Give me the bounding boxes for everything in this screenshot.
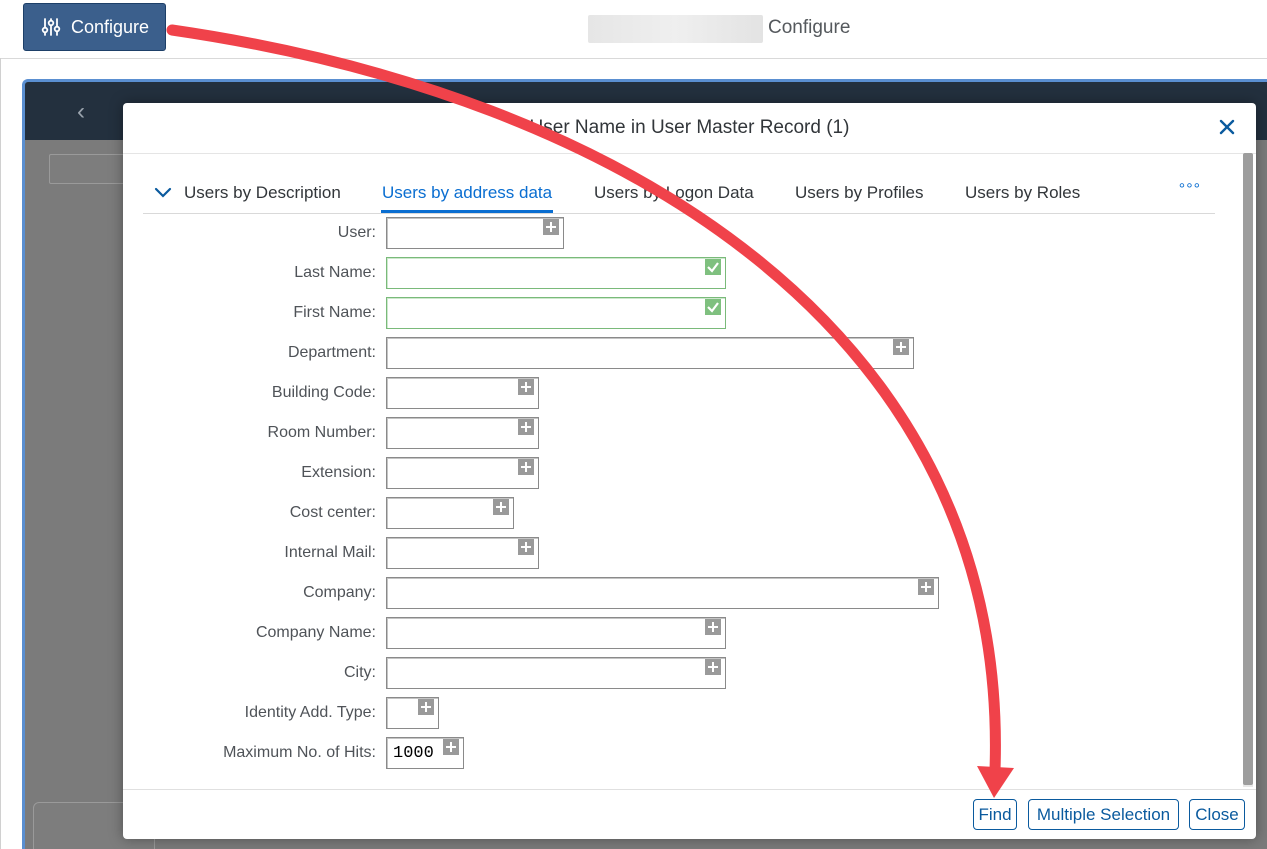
field-label: Internal Mail: xyxy=(284,544,376,561)
form-row-extension: Extension: xyxy=(123,457,1256,489)
identity-add-type-field[interactable] xyxy=(386,697,439,729)
form-row-company: Company: xyxy=(123,577,1256,609)
city-field[interactable] xyxy=(386,657,726,689)
close-icon[interactable] xyxy=(1216,116,1238,138)
checkmark-icon xyxy=(705,299,721,315)
sliders-icon xyxy=(41,18,61,36)
checkmark-icon xyxy=(705,259,721,275)
find-button[interactable]: Find xyxy=(973,799,1017,830)
field-label: Department: xyxy=(287,344,376,361)
back-icon: ‹ xyxy=(77,98,85,125)
field-label: Extension: xyxy=(301,464,376,481)
multiple-selection-button[interactable]: Multiple Selection xyxy=(1028,799,1179,830)
maximum-hits-field[interactable]: 1000 xyxy=(386,737,464,769)
form-row-department: Department: xyxy=(123,337,1256,369)
form-row-first-name: First Name: xyxy=(123,297,1256,329)
dialog-title: User Name in User Master Record (1) xyxy=(529,117,850,138)
configure-button-label: Configure xyxy=(70,16,150,37)
cost-center-field[interactable] xyxy=(386,497,514,529)
field-label: Cost center: xyxy=(289,504,376,521)
internal-mail-field[interactable] xyxy=(386,537,539,569)
field-label: City: xyxy=(344,664,376,681)
field-label: Room Number: xyxy=(267,424,376,441)
value-help-icon[interactable] xyxy=(705,659,721,675)
field-label: Maximum No. of Hits: xyxy=(223,744,376,761)
form-row-maximum-hits: Maximum No. of Hits: 1000 xyxy=(123,737,1256,769)
building-code-field[interactable] xyxy=(386,377,539,409)
tab-users-by-address-data[interactable]: Users by address data xyxy=(382,183,552,203)
value-help-icon[interactable] xyxy=(918,579,934,595)
value-help-icon[interactable] xyxy=(705,619,721,635)
form-row-user: User: xyxy=(123,217,1256,249)
field-label: First Name: xyxy=(293,304,376,321)
chevron-down-icon[interactable] xyxy=(153,185,173,201)
form-row-cost-center: Cost center: xyxy=(123,497,1256,529)
form-row-internal-mail: Internal Mail: xyxy=(123,537,1256,569)
search-help-dialog: User Name in User Master Record (1) User… xyxy=(123,103,1256,839)
form-row-identity-add-type: Identity Add. Type: xyxy=(123,697,1256,729)
configure-button[interactable]: Configure xyxy=(23,3,166,51)
value-help-icon[interactable] xyxy=(518,379,534,395)
tab-bar: Users by Description Users by address da… xyxy=(143,165,1215,214)
form-row-building-code: Building Code: xyxy=(123,377,1256,409)
field-label: Identity Add. Type: xyxy=(244,704,376,721)
value-help-icon[interactable] xyxy=(493,499,509,515)
top-bar: Configure Configure xyxy=(0,0,1267,59)
company-field[interactable] xyxy=(386,577,939,609)
first-name-field[interactable] xyxy=(386,297,726,329)
room-number-field[interactable] xyxy=(386,417,539,449)
field-label: Building Code: xyxy=(271,384,376,401)
close-button[interactable]: Close xyxy=(1189,799,1245,830)
left-border xyxy=(0,58,1,849)
more-tabs-icon[interactable]: °°° xyxy=(1179,181,1201,199)
value-help-icon[interactable] xyxy=(518,459,534,475)
user-field[interactable] xyxy=(386,217,564,249)
company-name-field[interactable] xyxy=(386,617,726,649)
active-tab-indicator xyxy=(381,210,553,213)
value-help-icon[interactable] xyxy=(893,339,909,355)
field-label: User: xyxy=(337,224,376,241)
value-help-icon[interactable] xyxy=(543,219,559,235)
form-row-city: City: xyxy=(123,657,1256,689)
form-row-company-name: Company Name: xyxy=(123,617,1256,649)
dialog-header-divider xyxy=(123,153,1256,154)
last-name-field[interactable] xyxy=(386,257,726,289)
form-row-last-name: Last Name: xyxy=(123,257,1256,289)
tab-users-by-profiles[interactable]: Users by Profiles xyxy=(795,183,923,203)
footer-divider xyxy=(123,789,1256,790)
form-row-room-number: Room Number: xyxy=(123,417,1256,449)
redacted-title xyxy=(588,15,763,43)
value-help-icon[interactable] xyxy=(418,699,434,715)
value-help-icon[interactable] xyxy=(518,539,534,555)
page-title: Configure xyxy=(768,17,851,38)
field-label: Company: xyxy=(303,584,376,601)
field-label: Company Name: xyxy=(255,624,376,641)
tab-users-by-roles[interactable]: Users by Roles xyxy=(965,183,1080,203)
department-field[interactable] xyxy=(386,337,914,369)
value-help-icon[interactable] xyxy=(443,739,459,755)
value-help-icon[interactable] xyxy=(518,419,534,435)
extension-field[interactable] xyxy=(386,457,539,489)
tab-users-by-logon-data[interactable]: Users by Logon Data xyxy=(594,183,754,203)
tab-users-by-description[interactable]: Users by Description xyxy=(184,183,341,203)
field-label: Last Name: xyxy=(294,264,376,281)
